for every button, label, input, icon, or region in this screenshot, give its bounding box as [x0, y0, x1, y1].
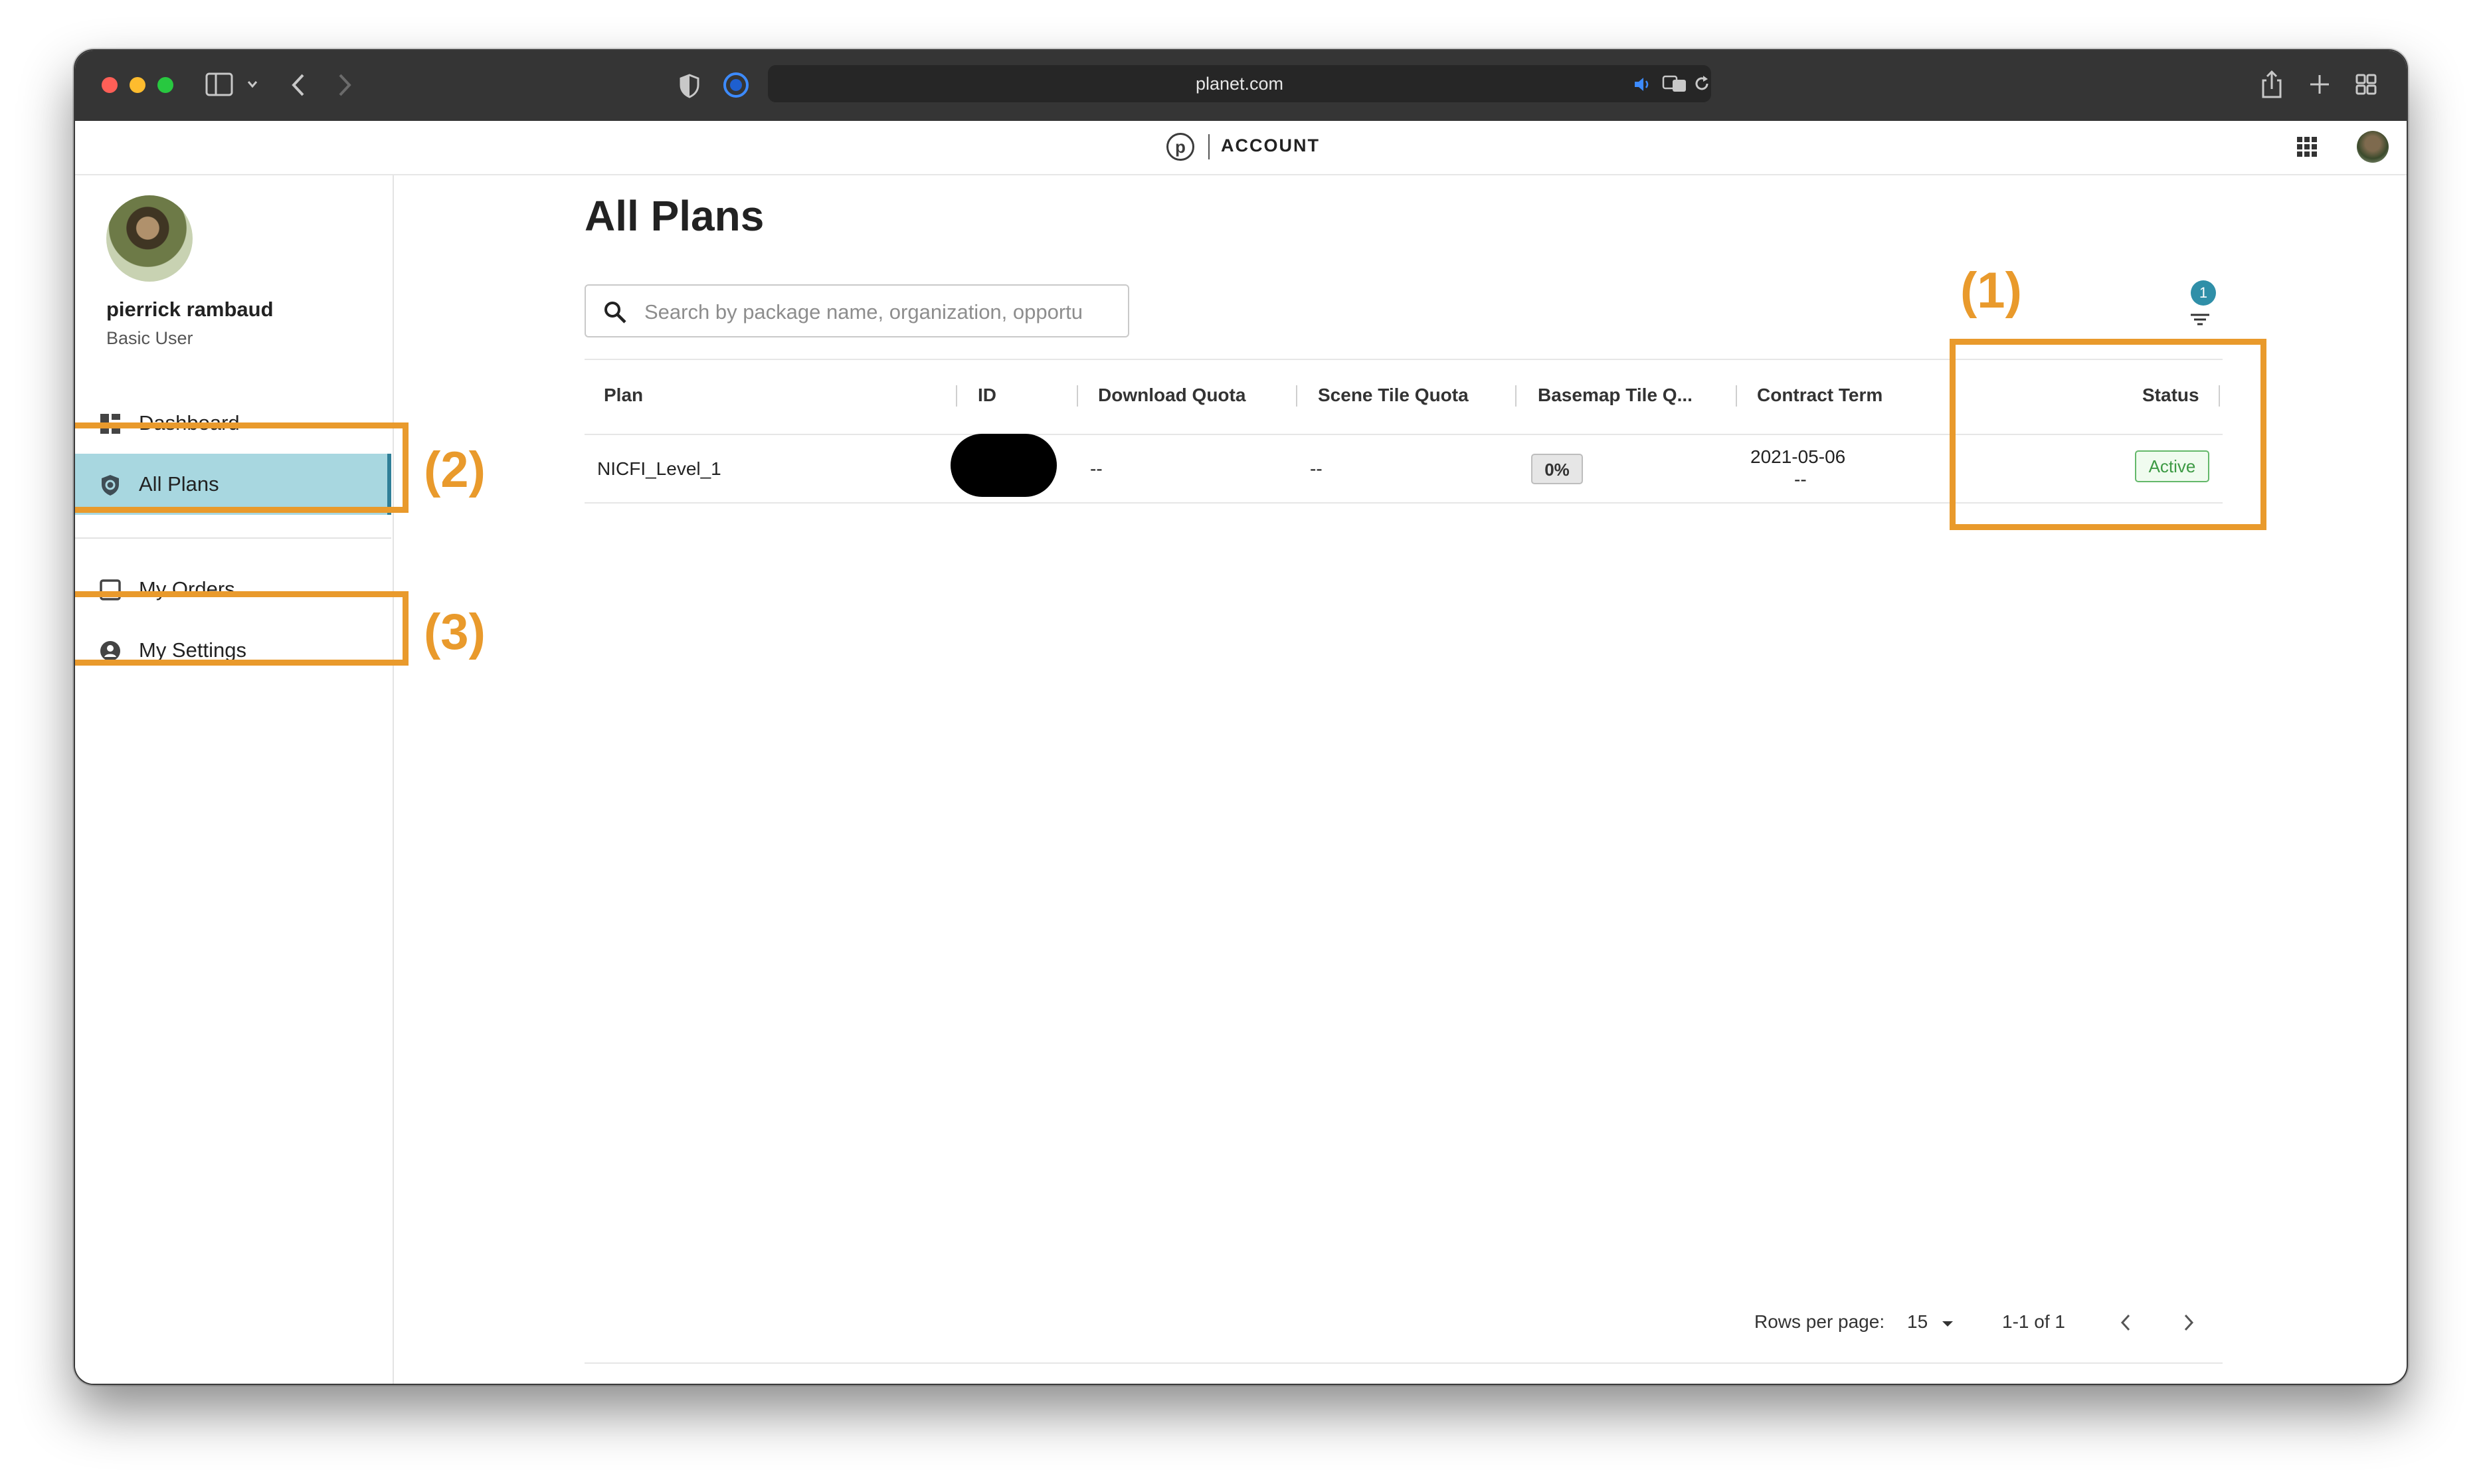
annotation-label-3: (3): [424, 604, 486, 660]
search-input[interactable]: [643, 296, 1111, 328]
column-header-plan[interactable]: Plan: [604, 385, 643, 406]
user-role: Basic User: [106, 328, 193, 348]
page-title: All Plans: [585, 192, 765, 240]
chevron-down-icon[interactable]: [246, 80, 258, 89]
account-label: ACCOUNT: [1221, 136, 1320, 155]
cell-download-quota: --: [1090, 458, 1103, 479]
user-name: pierrick rambaud: [106, 298, 274, 321]
search-field[interactable]: [585, 284, 1129, 337]
rows-per-page-select[interactable]: 15: [1907, 1311, 1954, 1333]
apps-grid-icon[interactable]: [2297, 137, 2317, 157]
close-window-button[interactable]: [102, 77, 118, 93]
column-divider: [1296, 385, 1297, 407]
zoom-window-button[interactable]: [157, 77, 173, 93]
previous-page-icon[interactable]: [2118, 1313, 2134, 1333]
translate-icon[interactable]: [1662, 74, 1689, 93]
filter-count-badge: 1: [2191, 280, 2216, 306]
column-divider: [1515, 385, 1517, 407]
next-page-icon[interactable]: [2181, 1313, 2197, 1333]
audio-icon[interactable]: [1633, 76, 1653, 93]
share-icon[interactable]: [2260, 69, 2283, 100]
browser-window: planet.com p ACCOUNT pierrick rambaud Ba…: [74, 49, 2408, 1385]
address-bar[interactable]: planet.com: [768, 65, 1711, 102]
cell-scene-tile-quota: --: [1310, 458, 1323, 479]
browser-toolbar: planet.com: [75, 50, 2407, 121]
column-header-download-quota[interactable]: Download Quota: [1098, 385, 1245, 406]
pagination-range: 1-1 of 1: [2002, 1311, 2065, 1332]
annotation-label-1: (1): [1960, 262, 2022, 319]
annotation-label-2: (2): [424, 442, 486, 498]
column-header-scene-tile-quota[interactable]: Scene Tile Quota: [1318, 385, 1469, 406]
cell-contract-start: 2021-05-06: [1750, 446, 1846, 467]
basemap-quota-chip: 0%: [1531, 454, 1583, 484]
header-avatar[interactable]: [2357, 131, 2389, 163]
column-header-basemap-tile-quota[interactable]: Basemap Tile Q...: [1538, 385, 1693, 406]
redacted-id: [951, 434, 1057, 497]
annotation-box-status: [1950, 339, 2266, 530]
back-icon[interactable]: [290, 72, 307, 98]
table-bottom-border: [585, 1362, 2223, 1364]
column-divider: [1077, 385, 1078, 407]
column-header-id[interactable]: ID: [978, 385, 996, 406]
extension-icon[interactable]: [723, 72, 749, 98]
tab-overview-icon[interactable]: [2355, 73, 2377, 96]
column-divider: [956, 385, 957, 407]
sidebar-divider: [75, 537, 391, 539]
search-icon: [604, 302, 626, 324]
column-header-contract-term[interactable]: Contract Term: [1757, 385, 1883, 406]
avatar: [106, 195, 193, 282]
rows-per-page-value: 15: [1907, 1311, 1928, 1332]
planet-logo[interactable]: p: [1166, 133, 1194, 161]
sidebar: pierrick rambaud Basic User Dashboard Al…: [75, 175, 394, 1384]
app-header: p ACCOUNT: [75, 121, 2407, 175]
url-text: planet.com: [1195, 74, 1284, 94]
reload-icon[interactable]: [1693, 74, 1711, 93]
new-tab-icon[interactable]: [2308, 73, 2331, 96]
minimize-window-button[interactable]: [130, 77, 145, 93]
sidebar-toggle-icon[interactable]: [205, 72, 234, 97]
annotation-box-my-settings: [75, 591, 409, 666]
column-divider: [1736, 385, 1737, 407]
cell-contract-end: --: [1794, 469, 1807, 490]
rows-per-page-label: Rows per page:: [1754, 1311, 1885, 1332]
forward-icon[interactable]: [336, 72, 353, 98]
cell-plan[interactable]: NICFI_Level_1: [597, 458, 721, 480]
header-divider: [1208, 134, 1210, 159]
annotation-box-all-plans: [75, 422, 409, 513]
caret-down-icon: [1942, 1321, 1953, 1327]
privacy-shield-icon[interactable]: [678, 73, 701, 98]
